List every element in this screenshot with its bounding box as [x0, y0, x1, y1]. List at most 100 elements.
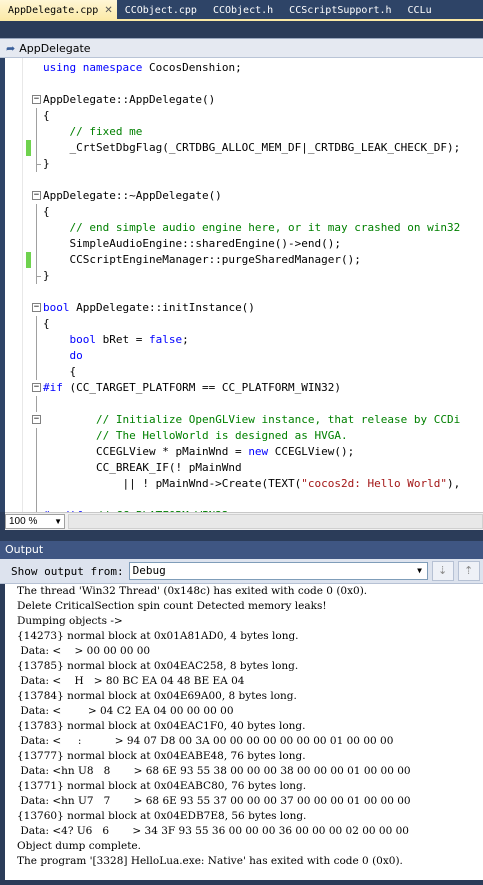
collapse-icon[interactable]: − [32, 383, 41, 392]
code-text: { [43, 109, 50, 122]
zoom-dropdown[interactable]: 100 % ▼ [5, 514, 65, 529]
outline-guide [36, 428, 37, 444]
code-line[interactable] [5, 172, 483, 188]
output-line: Data: <hn U7 7 > 68 6E 93 55 37 00 00 00… [17, 795, 411, 807]
tab-label: CCObject.h [212, 5, 274, 16]
output-line: Data: <4? U6 6 > 34 3F 93 55 36 00 00 00… [17, 825, 409, 837]
code-text: CCEGLView * pMainWnd = new CCEGLView(); [43, 445, 355, 458]
code-lines: using namespace CocosDenshion; − AppDelega… [5, 60, 483, 512]
output-line: {13771} normal block at 0x04EABC80, 76 b… [17, 780, 307, 792]
code-line[interactable]: { [5, 364, 483, 380]
tab-1[interactable]: CCObject.cpp [117, 0, 205, 21]
code-line[interactable]: || ! pMainWnd->Create(TEXT("cocos2d: Hel… [5, 476, 483, 492]
code-text: bool bRet = false; [69, 333, 189, 346]
collapse-icon[interactable]: − [32, 415, 41, 424]
code-text: using namespace CocosDenshion; [43, 61, 242, 74]
output-line: Dumping objects -> [17, 615, 123, 627]
code-text: CC_BREAK_IF(! pMainWnd [43, 461, 242, 474]
outline-guide [36, 316, 37, 332]
output-line: {13777} normal block at 0x04EABE48, 76 b… [17, 750, 306, 762]
code-line[interactable]: using namespace CocosDenshion; [5, 60, 483, 76]
tab-2[interactable]: CCObject.h [205, 0, 281, 21]
output-line: Data: <hn U8 8 > 68 6E 93 55 38 00 00 00… [17, 765, 411, 777]
output-source-value: Debug [132, 564, 166, 577]
close-icon[interactable]: ✕ [104, 0, 112, 21]
tab-label: CCScriptSupport.h [289, 5, 392, 16]
output-text[interactable]: The thread 'Win32 Thread' (0x148c) has e… [5, 584, 483, 880]
code-text: CCScriptEngineManager::purgeSharedManage… [43, 253, 361, 266]
code-editor[interactable]: using namespace CocosDenshion; − AppDelega… [0, 58, 483, 512]
outline-guide [36, 364, 37, 380]
collapse-icon[interactable]: − [32, 95, 41, 104]
editor-status-strip: 100 % ▼ [5, 512, 483, 530]
code-line[interactable]: − AppDelegate::~AppDelegate() [5, 188, 483, 204]
code-text: // The HelloWorld is designed as HVGA. [95, 429, 348, 442]
code-text: SimpleAudioEngine::sharedEngine()->end()… [43, 237, 342, 250]
code-text: _CrtSetDbgFlag(_CRTDBG_ALLOC_MEM_DF|_CRT… [43, 141, 461, 154]
code-line[interactable]: CCEGLView * pMainWnd = new CCEGLView(); [5, 444, 483, 460]
outline-guide [36, 252, 37, 268]
code-line[interactable]: SimpleAudioEngine::sharedEngine()->end()… [5, 236, 483, 252]
output-line: Data: < > 00 00 00 00 [17, 645, 151, 657]
code-text: } [43, 157, 50, 170]
next-message-icon[interactable]: ⇡ [457, 561, 480, 581]
code-line[interactable]: bool bRet = false; [5, 332, 483, 348]
code-line[interactable]: − #if (CC_TARGET_PLATFORM == CC_PLATFORM_… [5, 380, 483, 396]
code-line[interactable]: { [5, 316, 483, 332]
output-toolbar: Show output from: Debug ▼ ⇣ ⇡ [0, 559, 483, 584]
outline-guide [36, 220, 37, 236]
tab-label: CCLu [407, 5, 432, 16]
outline-guide [36, 332, 37, 348]
find-message-icon[interactable]: ⇣ [431, 561, 454, 581]
code-line[interactable] [5, 492, 483, 508]
tab-3[interactable]: CCScriptSupport.h [281, 0, 399, 21]
code-text: { [43, 317, 50, 330]
tab-0[interactable]: AppDelegate.cpp ✕ [0, 0, 117, 21]
code-line[interactable]: } [5, 268, 483, 284]
tab-label: CCObject.cpp [124, 5, 197, 16]
code-line[interactable]: − // Initialize OpenGLView instance, tha… [5, 412, 483, 428]
code-line[interactable]: CCScriptEngineManager::purgeSharedManage… [5, 252, 483, 268]
code-line[interactable]: _CrtSetDbgFlag(_CRTDBG_ALLOC_MEM_DF|_CRT… [5, 140, 483, 156]
horizontal-scrollbar[interactable] [68, 514, 483, 529]
code-line[interactable]: do [5, 348, 483, 364]
code-line[interactable]: // The HelloWorld is designed as HVGA. [5, 428, 483, 444]
output-line: {13783} normal block at 0x04EAC1F0, 40 b… [17, 720, 306, 732]
tab-4[interactable]: CCLu [400, 0, 440, 21]
code-line[interactable]: − bool AppDelegate::initInstance() [5, 300, 483, 316]
code-text: { [43, 205, 50, 218]
collapse-icon[interactable]: − [32, 191, 41, 200]
code-line[interactable]: // fixed me [5, 124, 483, 140]
code-text: // end simple audio engine here, or it m… [69, 221, 461, 234]
change-marker [26, 252, 31, 268]
collapse-icon[interactable]: − [32, 303, 41, 312]
outline-guide [36, 156, 41, 172]
output-line: {13785} normal block at 0x04EAC258, 8 by… [17, 660, 299, 672]
code-line[interactable]: { [5, 108, 483, 124]
outline-guide [36, 492, 37, 508]
code-line[interactable]: // end simple audio engine here, or it m… [5, 220, 483, 236]
outline-guide [36, 444, 37, 460]
code-line[interactable] [5, 396, 483, 412]
code-line[interactable]: } [5, 156, 483, 172]
navigation-scope-label: AppDelegate [19, 41, 91, 55]
code-text: // fixed me [69, 125, 143, 138]
show-output-from-label: Show output from: [11, 564, 124, 578]
code-line[interactable]: { [5, 204, 483, 220]
code-text: #if (CC_TARGET_PLATFORM == CC_PLATFORM_W… [43, 381, 342, 394]
output-line: Data: < : > 94 07 D8 00 3A 00 00 00 00 0… [17, 735, 394, 747]
code-text: } [43, 269, 50, 282]
code-line[interactable]: − AppDelegate::AppDelegate() [5, 92, 483, 108]
output-panel-title: Output [0, 541, 483, 559]
outline-guide [36, 124, 37, 140]
output-source-select[interactable]: Debug ▼ [128, 562, 428, 580]
class-icon: ➦ [6, 42, 16, 55]
code-line[interactable] [5, 76, 483, 92]
navigation-bar[interactable]: ➦ AppDelegate [0, 38, 483, 58]
code-line[interactable]: CC_BREAK_IF(! pMainWnd [5, 460, 483, 476]
outline-guide [36, 204, 37, 220]
outline-guide [36, 476, 37, 492]
output-line: Data: < > 04 C2 EA 04 00 00 00 00 [17, 705, 234, 717]
outline-guide [36, 268, 41, 284]
code-line[interactable] [5, 284, 483, 300]
